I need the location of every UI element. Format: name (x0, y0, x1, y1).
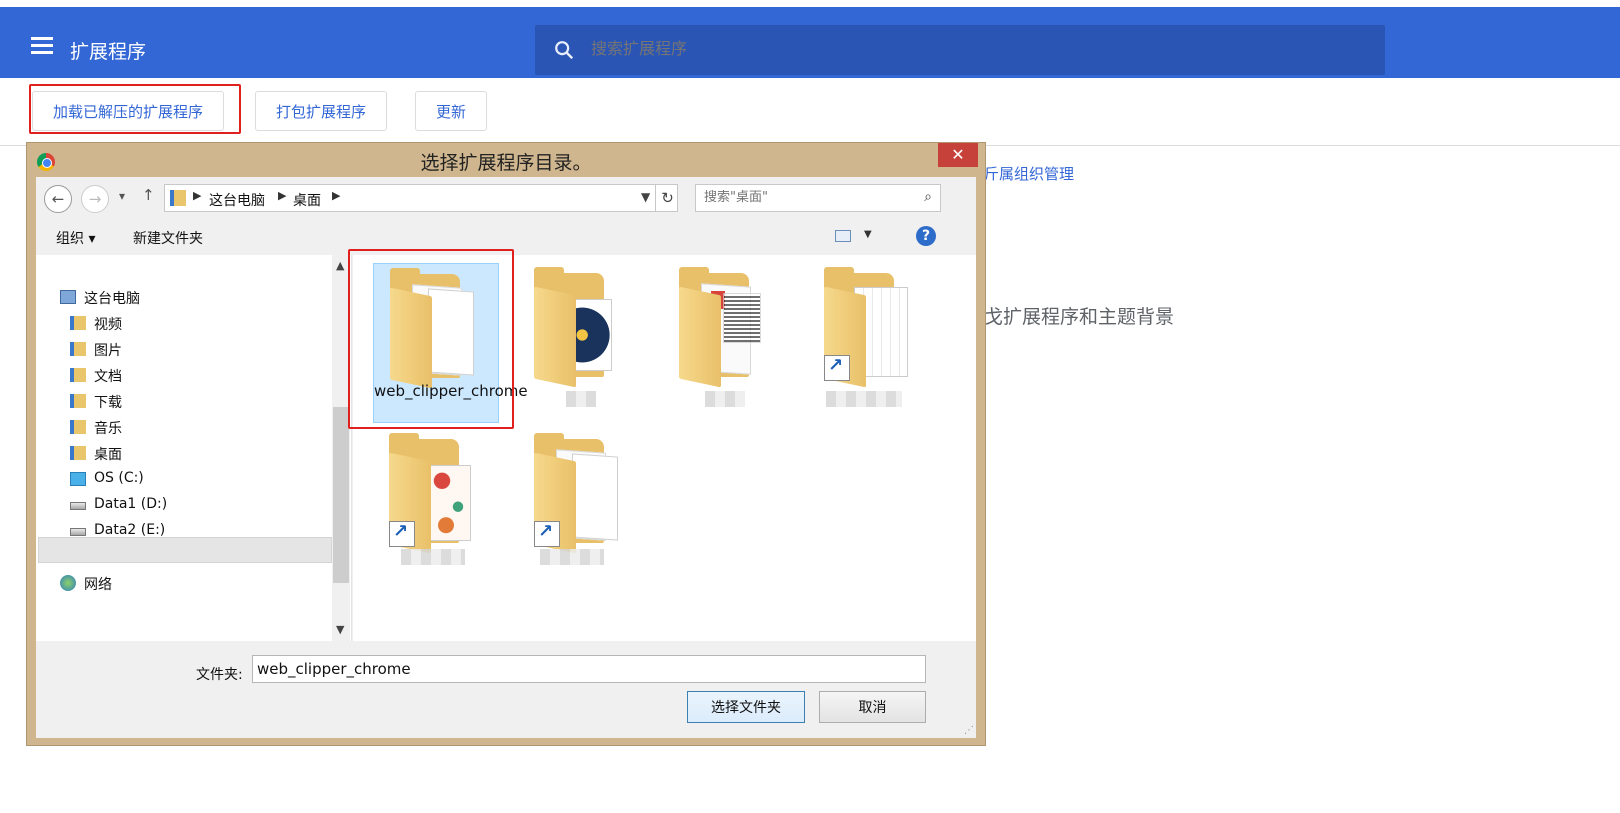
folder-name-field[interactable] (252, 655, 926, 683)
org-management-link[interactable]: 斤属组织管理 (984, 163, 1074, 184)
select-folder-button[interactable]: 选择文件夹 (687, 691, 805, 723)
folder-icon (70, 316, 86, 330)
page-title: 扩展程序 (70, 41, 147, 63)
folder-icon (675, 267, 771, 388)
dialog-title: 选择扩展程序目录。 (420, 152, 592, 174)
forward-arrow-icon[interactable]: → (81, 185, 109, 213)
shortcut-arrow-icon (389, 521, 415, 547)
folder-shortcut-item[interactable] (518, 429, 644, 589)
drive-icon (70, 528, 86, 536)
folder-field-label: 文件夹: (196, 667, 243, 683)
developer-toolbar: 加载已解压的扩展程序 打包扩展程序 更新 (0, 78, 1620, 146)
folder-shortcut-item[interactable] (808, 263, 934, 423)
network-icon (60, 575, 76, 591)
search-icon: ⌕ (924, 189, 932, 205)
chevron-right-icon: ▶ (278, 189, 287, 202)
folder-item[interactable] (663, 263, 789, 423)
chevron-down-icon[interactable]: ▼ (641, 190, 650, 204)
search-icon (555, 41, 574, 60)
chevron-down-icon[interactable]: ▼ (864, 229, 872, 240)
breadcrumb-desktop[interactable]: 桌面 (293, 190, 321, 210)
organize-menu[interactable]: 组织 ▾ (56, 228, 95, 248)
address-bar[interactable]: ▶ 这台电脑 ▶ 桌面 ▶ ▼ ↻ (164, 184, 678, 212)
update-button[interactable]: 更新 (415, 91, 488, 131)
shortcut-arrow-icon (824, 355, 850, 381)
close-button[interactable]: ✕ (938, 143, 978, 167)
help-icon[interactable]: ? (916, 226, 936, 246)
menu-icon[interactable] (31, 37, 53, 54)
folder-icon (70, 342, 86, 356)
shortcut-arrow-icon (534, 521, 560, 547)
breadcrumb-this-pc[interactable]: 这台电脑 (209, 190, 265, 210)
chevron-right-icon: ▶ (332, 189, 341, 202)
pack-extension-button[interactable]: 打包扩展程序 (255, 91, 388, 131)
highlight-frame (348, 249, 514, 429)
folder-shortcut-item[interactable] (373, 429, 499, 589)
new-folder-button[interactable]: 新建文件夹 (133, 228, 203, 248)
blurred-label (566, 391, 596, 407)
chevron-up-icon[interactable]: ▲ (336, 259, 344, 272)
empty-state-text: 戈扩展程序和主题背景 (984, 306, 1175, 328)
folder-icon (385, 433, 481, 554)
refresh-icon[interactable]: ↻ (655, 185, 679, 211)
up-arrow-icon[interactable]: ↑ (142, 186, 155, 204)
back-arrow-icon[interactable]: ← (44, 185, 72, 213)
resize-grip-icon[interactable]: ⋰ (964, 725, 974, 736)
chevron-right-icon: ▶ (193, 189, 202, 202)
folder-icon (70, 394, 86, 408)
folder-icon (70, 368, 86, 382)
app-header: 扩展程序 (0, 0, 1620, 78)
search-box[interactable] (535, 25, 1385, 75)
file-list-pane: web_clipper_chrome (348, 249, 976, 641)
folder-icon (170, 190, 186, 206)
dialog-search-box[interactable]: ⌕ (695, 184, 941, 212)
dialog-titlebar[interactable]: 选择扩展程序目录。 ✕ (27, 143, 985, 177)
dialog-body: ← → ▾ ↑ ▶ 这台电脑 ▶ 桌面 ▶ ▼ ↻ ⌕ 组织 ▾ 新建文件夹 ▼… (36, 177, 976, 738)
recent-dropdown-icon[interactable]: ▾ (119, 189, 125, 203)
blurred-label (401, 549, 465, 565)
search-input[interactable] (591, 39, 1291, 58)
chevron-down-icon[interactable]: ▼ (336, 623, 344, 636)
drive-icon (70, 472, 86, 486)
folder-icon (820, 267, 916, 388)
blurred-label (705, 391, 745, 407)
folder-icon (530, 433, 626, 554)
dialog-search-input[interactable] (704, 190, 904, 205)
scrollbar-thumb[interactable] (333, 407, 349, 583)
select-folder-dialog: 选择扩展程序目录。 ✕ ← → ▾ ↑ ▶ 这台电脑 ▶ 桌面 ▶ ▼ ↻ ⌕ … (26, 142, 986, 746)
highlight-frame (29, 84, 241, 134)
computer-icon (60, 290, 76, 304)
blurred-label (540, 549, 604, 565)
navigation-pane: 这台电脑 视频 图片 文档 下载 音乐 桌面 OS (C:) Data1 (D:… (36, 255, 352, 641)
folder-icon (70, 420, 86, 434)
folder-item[interactable] (518, 263, 644, 423)
drive-icon (70, 502, 86, 510)
folder-icon (70, 446, 86, 460)
tree-selection (38, 537, 332, 563)
folder-icon (530, 267, 626, 388)
view-options-icon[interactable] (835, 230, 851, 242)
cancel-button[interactable]: 取消 (819, 691, 926, 723)
blurred-label (826, 391, 902, 407)
